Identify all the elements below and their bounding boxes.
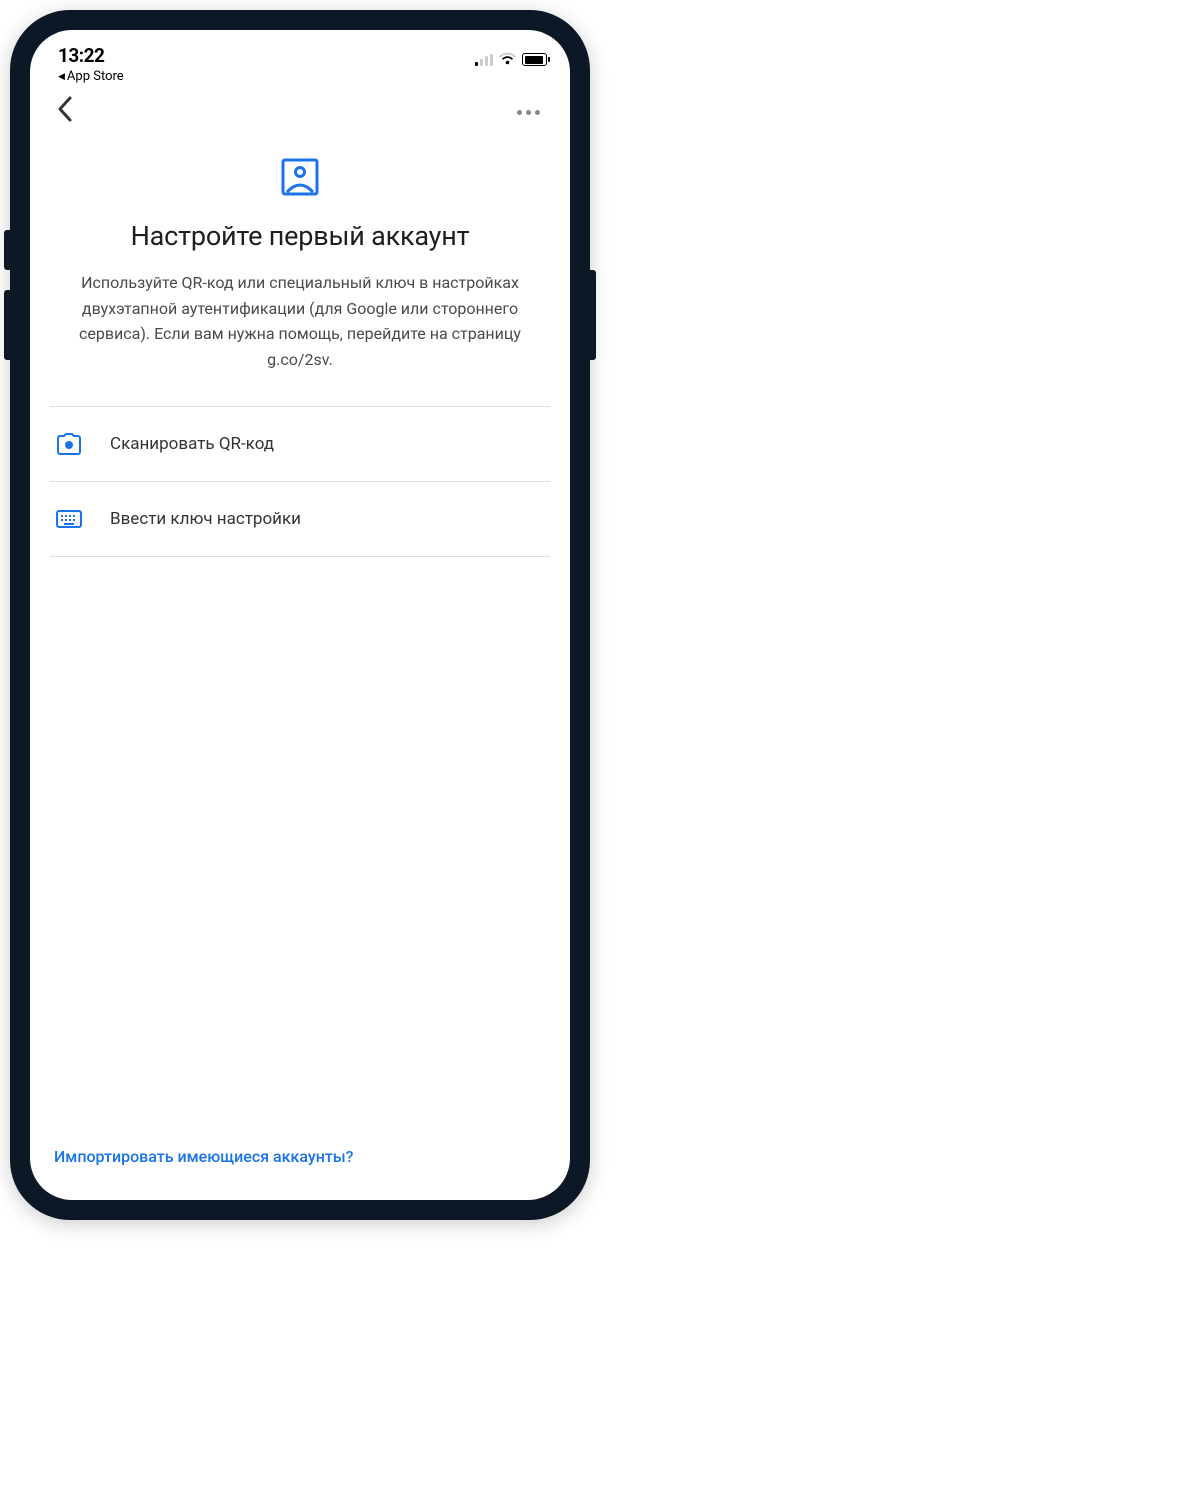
phone-volume-button xyxy=(4,290,10,360)
phone-power-button xyxy=(590,270,596,360)
phone-screen: 13:22 App Store xyxy=(30,30,570,1200)
setup-options-list: Сканировать QR-код xyxy=(50,406,550,557)
camera-icon xyxy=(56,433,82,455)
cellular-signal-icon xyxy=(475,54,493,66)
battery-icon xyxy=(522,53,550,66)
back-to-app-label: App Store xyxy=(67,69,124,84)
footer: Импортировать имеющиеся аккаунты? xyxy=(30,1127,570,1200)
status-bar: 13:22 App Store xyxy=(30,30,570,84)
status-time: 13:22 xyxy=(58,44,124,67)
status-left: 13:22 App Store xyxy=(58,44,124,84)
enter-key-option[interactable]: Ввести ключ настройки xyxy=(50,482,550,557)
more-options-button[interactable] xyxy=(509,102,548,123)
phone-volume-button xyxy=(4,230,10,270)
status-right xyxy=(475,44,550,69)
wifi-icon xyxy=(499,50,516,69)
chevron-left-icon xyxy=(56,95,74,123)
page-title: Настройте первый аккаунт xyxy=(50,220,550,252)
import-accounts-link[interactable]: Импортировать имеющиеся аккаунты? xyxy=(54,1147,353,1166)
more-dots-icon xyxy=(517,110,522,115)
keyboard-icon xyxy=(56,508,82,530)
account-setup-icon xyxy=(50,140,550,220)
enter-key-label: Ввести ключ настройки xyxy=(110,509,301,529)
page-description: Используйте QR-код или специальный ключ … xyxy=(50,270,550,372)
back-to-app-link[interactable]: App Store xyxy=(58,69,124,84)
phone-device-frame: 13:22 App Store xyxy=(10,10,590,1220)
back-button[interactable] xyxy=(48,91,82,134)
scan-qr-option[interactable]: Сканировать QR-код xyxy=(50,407,550,482)
scan-qr-label: Сканировать QR-код xyxy=(110,434,274,454)
main-content: Настройте первый аккаунт Используйте QR-… xyxy=(30,140,570,1127)
nav-bar xyxy=(30,84,570,140)
